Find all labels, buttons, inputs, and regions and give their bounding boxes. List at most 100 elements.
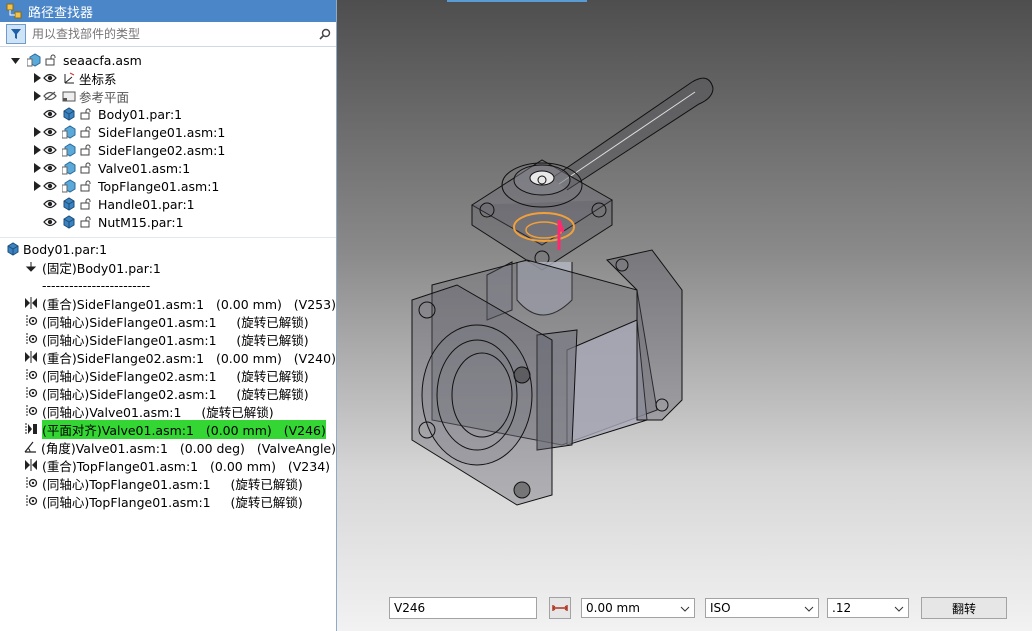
eye-hidden-icon[interactable] [42, 87, 58, 105]
flip-button[interactable]: 翻转 [921, 597, 1007, 619]
axial-align-icon [22, 367, 40, 383]
tree-item-asm[interactable]: Valve01.asm:1 [0, 159, 336, 177]
relationship-item[interactable]: (同轴心)TopFlange01.asm:1 (旋转已解锁) [0, 492, 336, 510]
chevron-down-icon [804, 601, 814, 615]
lock-icon [79, 143, 93, 157]
relationship-item-selected[interactable]: (平面对齐)Valve01.asm:1 (0.00 mm) (V246) [0, 419, 336, 439]
axial-align-icon [22, 313, 40, 329]
relationship-item[interactable]: (同轴心)SideFlange01.asm:1 (旋转已解锁) [0, 312, 336, 330]
relationship-header[interactable]: Body01.par:1 [0, 240, 336, 258]
standard-dropdown[interactable]: ISO [705, 598, 819, 618]
tree-item-label: Body01.par:1 [98, 106, 183, 122]
pathfinder-panel: 路径查找器 seaacfa.asm 坐标系 参考平面 [0, 0, 337, 631]
tree-item-asm[interactable]: SideFlange02.asm:1 [0, 141, 336, 159]
expand-arrow-icon[interactable] [32, 159, 42, 177]
eye-icon[interactable] [42, 123, 58, 141]
3d-viewport[interactable] [337, 0, 1032, 631]
tree-item-label: 参考平面 [79, 89, 130, 105]
eye-icon[interactable] [42, 213, 58, 231]
assembly-tree: seaacfa.asm 坐标系 参考平面 Body01.par:1 SideFl… [0, 47, 336, 231]
lock-icon [79, 215, 93, 229]
search-icon[interactable] [314, 28, 336, 40]
lock-icon [79, 161, 93, 175]
relationship-list: Body01.par:1 (固定)Body01.par:1 ----------… [0, 238, 336, 510]
offset-dropdown[interactable]: 0.00 mm [581, 598, 695, 618]
relationship-item[interactable]: (同轴心)Valve01.asm:1 (旋转已解锁) [0, 402, 336, 420]
planar-align-icon [22, 421, 40, 437]
lock-icon [79, 197, 93, 211]
tree-item-label: Valve01.asm:1 [98, 160, 191, 176]
lock-icon [79, 107, 93, 121]
mate-icon [22, 349, 40, 365]
angle-icon [22, 439, 39, 455]
relationship-fixed[interactable]: (固定)Body01.par:1 [0, 258, 336, 276]
relationship-item[interactable]: (重合)TopFlange01.asm:1 (0.00 mm) (V234) [0, 456, 336, 474]
tree-item-label: SideFlange01.asm:1 [98, 124, 226, 140]
tree-item-plane[interactable]: 参考平面 [0, 87, 336, 105]
valve-model[interactable] [337, 0, 1032, 631]
assembly-icon [61, 143, 76, 158]
tree-root[interactable]: seaacfa.asm [0, 51, 336, 69]
tree-item-label: NutM15.par:1 [98, 214, 184, 230]
part-icon [61, 215, 76, 230]
expand-arrow-icon[interactable] [32, 141, 42, 159]
chevron-down-icon [894, 601, 904, 615]
tree-item-part[interactable]: Body01.par:1 [0, 105, 336, 123]
tree-item-label: 坐标系 [79, 71, 117, 87]
panel-title: 路径查找器 [28, 5, 94, 21]
command-bar: 0.00 mm ISO .12 翻转 [389, 594, 1007, 622]
part-icon [5, 242, 20, 257]
axial-align-icon [22, 331, 40, 347]
mate-icon [22, 295, 40, 311]
tree-item-coord[interactable]: 坐标系 [0, 69, 336, 87]
measure-icon[interactable] [549, 597, 571, 619]
eye-icon[interactable] [42, 195, 58, 213]
eye-icon[interactable] [42, 177, 58, 195]
lock-icon [44, 53, 58, 67]
pathfinder-icon [6, 3, 22, 19]
tree-item-part[interactable]: NutM15.par:1 [0, 213, 336, 231]
tree-item-asm[interactable]: TopFlange01.asm:1 [0, 177, 336, 195]
part-icon [61, 197, 76, 212]
relationship-item[interactable]: (重合)SideFlange02.asm:1 (0.00 mm) (V240) [0, 348, 336, 366]
relationship-divider: ------------------------ [42, 277, 151, 293]
relationship-name-field[interactable] [389, 597, 537, 619]
search-bar [0, 22, 336, 47]
chevron-down-icon [680, 601, 690, 615]
coordinate-system-icon [61, 71, 76, 86]
tree-item-asm[interactable]: SideFlange01.asm:1 [0, 123, 336, 141]
eye-icon[interactable] [42, 105, 58, 123]
expand-arrow-icon[interactable] [32, 177, 42, 195]
axial-align-icon [22, 403, 40, 419]
assembly-icon [61, 125, 76, 140]
reference-plane-icon [61, 89, 76, 104]
filter-icon[interactable] [6, 24, 26, 44]
tree-item-label: SideFlange02.asm:1 [98, 142, 226, 158]
tree-item-label: Handle01.par:1 [98, 196, 195, 212]
expand-arrow-icon[interactable] [32, 69, 42, 87]
relationship-item[interactable]: (重合)SideFlange01.asm:1 (0.00 mm) (V253) [0, 294, 336, 312]
relationship-item[interactable]: (同轴心)TopFlange01.asm:1 (旋转已解锁) [0, 474, 336, 492]
axial-align-icon [22, 385, 40, 401]
expand-arrow-icon[interactable] [32, 87, 42, 105]
tree-item-label: TopFlange01.asm:1 [98, 178, 220, 194]
lock-icon [79, 125, 93, 139]
assembly-icon [61, 161, 76, 176]
precision-dropdown[interactable]: .12 [827, 598, 909, 618]
relationship-item[interactable]: (同轴心)SideFlange02.asm:1 (旋转已解锁) [0, 366, 336, 384]
relationship-item[interactable]: (同轴心)SideFlange02.asm:1 (旋转已解锁) [0, 384, 336, 402]
relationship-item[interactable]: (角度)Valve01.asm:1 (0.00 deg) (ValveAngle… [0, 438, 336, 456]
search-input[interactable] [30, 25, 314, 43]
tree-root-label: seaacfa.asm [63, 52, 142, 68]
panel-titlebar: 路径查找器 [0, 0, 336, 22]
relationship-item[interactable]: (同轴心)SideFlange01.asm:1 (旋转已解锁) [0, 330, 336, 348]
eye-icon[interactable] [42, 141, 58, 159]
collapse-arrow-icon[interactable] [10, 51, 20, 69]
assembly-icon [26, 53, 41, 68]
eye-icon[interactable] [42, 159, 58, 177]
tree-item-part[interactable]: Handle01.par:1 [0, 195, 336, 213]
assembly-icon [61, 179, 76, 194]
eye-icon[interactable] [42, 69, 58, 87]
ground-icon [22, 259, 40, 275]
expand-arrow-icon[interactable] [32, 123, 42, 141]
